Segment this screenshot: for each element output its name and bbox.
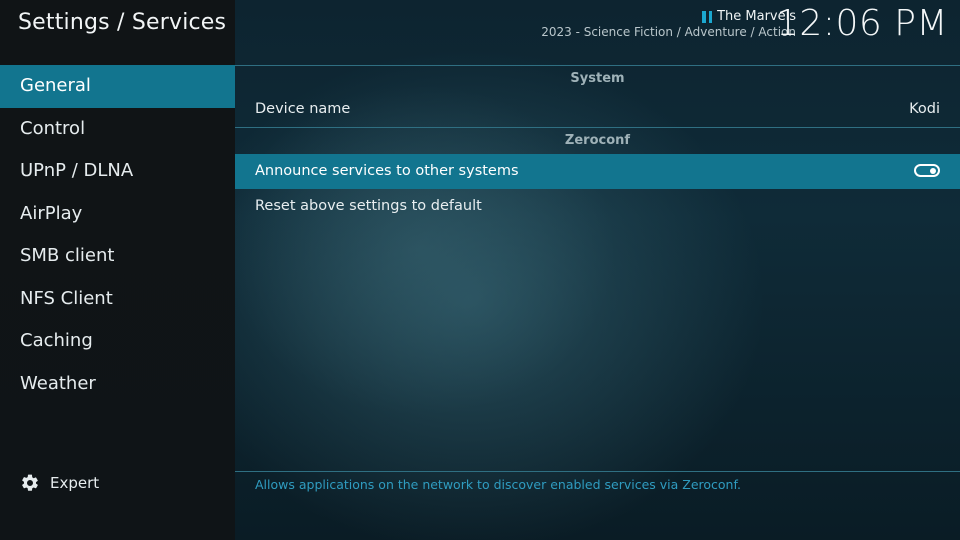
setting-help-text: Allows applications on the network to di… (255, 477, 741, 492)
sidebar-item-nfs-client[interactable]: NFS Client (0, 278, 235, 321)
pause-icon (702, 10, 713, 23)
sidebar: Settings / Services General Control UPnP… (0, 0, 235, 540)
page-title: Settings / Services (18, 10, 227, 35)
expert-level-button[interactable]: Expert (20, 470, 99, 496)
clock: 12:06 PM (776, 3, 948, 44)
toggle-knob (930, 167, 936, 174)
sidebar-nav: General Control UPnP / DLNA AirPlay SMB … (0, 65, 235, 405)
expert-label: Expert (50, 474, 100, 492)
setting-reset-defaults[interactable]: Reset above settings to default (235, 189, 960, 224)
setting-device-name[interactable]: Device name Kodi (235, 92, 960, 127)
sidebar-item-airplay[interactable]: AirPlay (0, 193, 235, 236)
toggle-switch-on[interactable] (914, 164, 940, 177)
sidebar-item-smb-client[interactable]: SMB client (0, 235, 235, 278)
help-divider (235, 471, 960, 472)
sidebar-item-caching[interactable]: Caching (0, 320, 235, 363)
section-header-system: System (570, 71, 625, 86)
now-playing-info: The Marvels 2023 - Science Fiction / Adv… (541, 9, 796, 39)
gear-icon (20, 473, 40, 493)
setting-value: Kodi (909, 101, 940, 117)
sidebar-item-general[interactable]: General (0, 65, 235, 108)
kodi-settings-screen: Settings / Services General Control UPnP… (0, 0, 960, 540)
now-playing-subtitle: 2023 - Science Fiction / Adventure / Act… (541, 25, 796, 39)
sidebar-item-weather[interactable]: Weather (0, 363, 235, 406)
setting-announce-services[interactable]: Announce services to other systems (235, 154, 960, 189)
settings-list: System Device name Kodi Zeroconf Announc… (235, 65, 960, 496)
sidebar-item-upnp-dlna[interactable]: UPnP / DLNA (0, 150, 235, 193)
setting-label: Announce services to other systems (255, 163, 519, 179)
sidebar-item-control[interactable]: Control (0, 108, 235, 151)
section-header-zeroconf: Zeroconf (564, 133, 631, 148)
setting-label: Reset above settings to default (255, 198, 482, 214)
setting-label: Device name (255, 101, 351, 117)
